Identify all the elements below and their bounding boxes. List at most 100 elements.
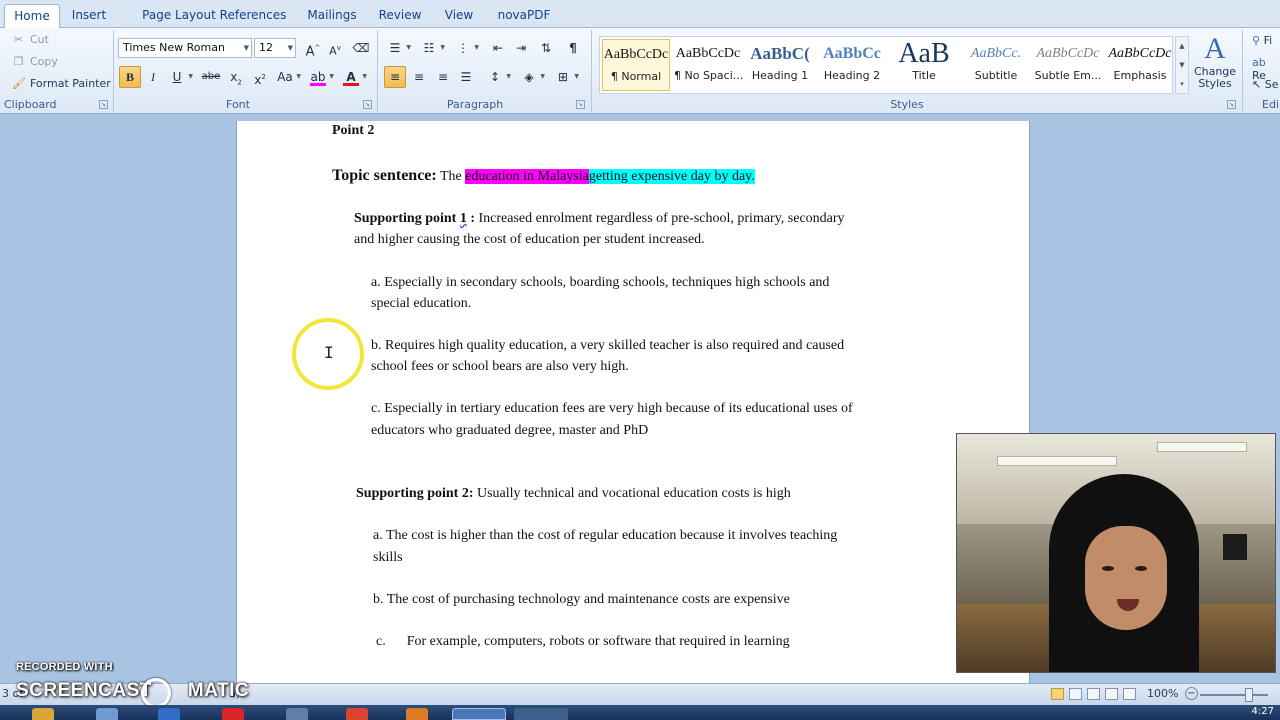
tab-view[interactable]: View <box>440 4 478 28</box>
bullets-button[interactable]: ☰ ▼ <box>384 37 411 59</box>
align-left-button[interactable]: ≡ <box>384 66 406 88</box>
style-name: Heading 1 <box>751 69 809 82</box>
replace-icon: ab <box>1252 56 1266 69</box>
draft-view-button[interactable] <box>1123 688 1136 700</box>
sp2-c-label: c. <box>376 634 386 649</box>
align-right-button[interactable]: ≡ <box>432 66 454 88</box>
style-sample: AaBbCcDc <box>675 46 741 61</box>
format-painter-button[interactable]: 🖌 Format Painter <box>12 77 111 90</box>
change-case-icon: Aa <box>277 70 293 84</box>
select-button[interactable]: ↖ Se <box>1252 78 1278 91</box>
change-case-button[interactable]: Aa ▼ <box>274 66 301 88</box>
tab-mailings[interactable]: Mailings <box>302 4 362 28</box>
web-layout-view-button[interactable] <box>1087 688 1100 700</box>
quick-styles-gallery: AaBbCcDc ¶ Normal AaBbCcDc ¶ No Spaci...… <box>599 36 1173 94</box>
multilevel-list-button[interactable]: ⋮ ▼ <box>452 37 479 59</box>
decrease-indent-button[interactable]: ⇤ <box>487 37 509 59</box>
font-size-combo[interactable]: 12 ▼ <box>254 38 296 58</box>
zoom-level[interactable]: 100% <box>1147 687 1178 700</box>
find-label: Fi <box>1263 34 1273 47</box>
brand-right: MATIC <box>187 680 250 701</box>
outline-view-button[interactable] <box>1105 688 1118 700</box>
tab-review[interactable]: Review <box>375 4 425 28</box>
numbering-button[interactable]: ☷ ▼ <box>418 37 445 59</box>
bold-button[interactable]: B <box>119 66 141 88</box>
opera-taskbar-icon[interactable] <box>222 708 244 720</box>
print-layout-view-button[interactable] <box>1051 688 1064 700</box>
browser-taskbar-icon[interactable] <box>158 708 180 720</box>
strikethrough-button[interactable]: abe <box>200 66 222 88</box>
show-formatting-marks-button[interactable]: ¶ <box>562 37 584 59</box>
zoom-slider-track[interactable] <box>1200 694 1268 696</box>
style-sample: AaBbCcDc <box>1036 46 1100 61</box>
change-styles-button[interactable]: A Change Styles <box>1192 32 1238 96</box>
underline-button[interactable]: U ▼ <box>166 66 193 88</box>
sp2-text: Usually technical and vocational educati… <box>476 486 791 501</box>
style-no-spacing[interactable]: AaBbCcDc ¶ No Spaci... <box>674 39 742 91</box>
line-spacing-button[interactable]: ↕ ▼ <box>484 66 511 88</box>
topic-the: The <box>439 169 462 184</box>
chrome-taskbar-icon[interactable] <box>346 708 368 720</box>
tab-insert[interactable]: Insert <box>66 4 112 28</box>
group-divider <box>113 30 114 112</box>
tab-references[interactable]: References <box>216 4 290 28</box>
font-family-combo[interactable]: Times New Roman ▼ <box>118 38 252 58</box>
zoom-out-button[interactable]: − <box>1185 687 1198 700</box>
eraser-icon: ⌫ <box>352 41 370 55</box>
supporting-point-1: Supporting point 1 : Increased enrolment… <box>354 208 845 229</box>
style-heading-1[interactable]: AaBbC( Heading 1 <box>746 39 814 91</box>
style-normal[interactable]: AaBbCcDc ¶ Normal <box>602 39 670 91</box>
style-emphasis[interactable]: AaBbCcDc Emphasis <box>1106 39 1174 91</box>
style-subtle-emphasis[interactable]: AaBbCcDc Subtle Em... <box>1034 39 1102 91</box>
style-sample: AaBbCc <box>823 45 881 62</box>
text-highlight-button[interactable]: ab ▼ <box>307 66 334 88</box>
supporting-point-2: Supporting point 2: Usually technical an… <box>356 483 791 504</box>
font-launcher-icon[interactable]: ↘ <box>363 100 372 109</box>
copy-button[interactable]: ❐ Copy <box>12 55 58 68</box>
app-taskbar-icon[interactable] <box>96 708 118 720</box>
group-divider <box>377 30 378 112</box>
style-name: Heading 2 <box>823 69 881 82</box>
style-name: ¶ No Spaci... <box>674 69 742 82</box>
shading-button[interactable]: ◈ ▼ <box>518 66 545 88</box>
align-center-button[interactable]: ≡ <box>408 66 430 88</box>
explorer-taskbar-icon[interactable] <box>32 708 54 720</box>
app-taskbar-icon[interactable] <box>286 708 308 720</box>
cut-button[interactable]: ✂ Cut <box>12 33 49 46</box>
italic-button[interactable]: I <box>142 66 164 88</box>
decrease-indent-icon: ⇤ <box>492 41 504 55</box>
shrink-font-button[interactable]: Av <box>324 37 346 59</box>
justify-button[interactable]: ☰ <box>455 66 477 88</box>
group-divider <box>1242 30 1243 112</box>
borders-button[interactable]: ⊞ ▼ <box>552 66 579 88</box>
superscript-button[interactable]: x2 <box>249 66 271 88</box>
screencast-taskbar-icon[interactable] <box>514 708 568 720</box>
grow-font-button[interactable]: A^ <box>302 37 324 59</box>
tab-home[interactable]: Home <box>4 4 60 28</box>
webcam-overlay <box>956 433 1276 673</box>
style-title[interactable]: AaB Title <box>890 39 958 91</box>
style-sample: AaBbC( <box>750 44 810 63</box>
tab-novapdf[interactable]: novaPDF <box>494 4 554 28</box>
clear-formatting-button[interactable]: ⌫ <box>350 37 372 59</box>
word-taskbar-icon[interactable] <box>452 708 506 720</box>
powerpoint-taskbar-icon[interactable] <box>406 708 428 720</box>
paragraph-launcher-icon[interactable]: ↘ <box>576 100 585 109</box>
style-subtitle[interactable]: AaBbCc. Subtitle <box>962 39 1030 91</box>
styles-gallery-scroll[interactable]: ▲ ▼ ▾ <box>1175 36 1189 94</box>
full-screen-reading-view-button[interactable] <box>1069 688 1082 700</box>
style-name: Emphasis <box>1113 69 1167 82</box>
sort-button[interactable]: ⇅ <box>535 37 557 59</box>
font-color-button[interactable]: A ▼ <box>340 66 367 88</box>
style-name: ¶ Normal <box>610 70 662 83</box>
subscript-button[interactable]: x2 <box>225 66 247 88</box>
screencast-logo-ring-icon <box>141 678 171 708</box>
style-heading-2[interactable]: AaBbCc Heading 2 <box>818 39 886 91</box>
numbered-list-icon: ☷ <box>423 41 435 55</box>
find-button[interactable]: ⚲ Fi <box>1252 34 1272 47</box>
clipboard-launcher-icon[interactable]: ↘ <box>99 100 108 109</box>
zoom-slider-thumb[interactable] <box>1245 688 1253 702</box>
increase-indent-button[interactable]: ⇥ <box>510 37 532 59</box>
screencast-o-matic-logo: SCREENCAST MATIC <box>16 680 249 702</box>
styles-launcher-icon[interactable]: ↘ <box>1227 100 1236 109</box>
